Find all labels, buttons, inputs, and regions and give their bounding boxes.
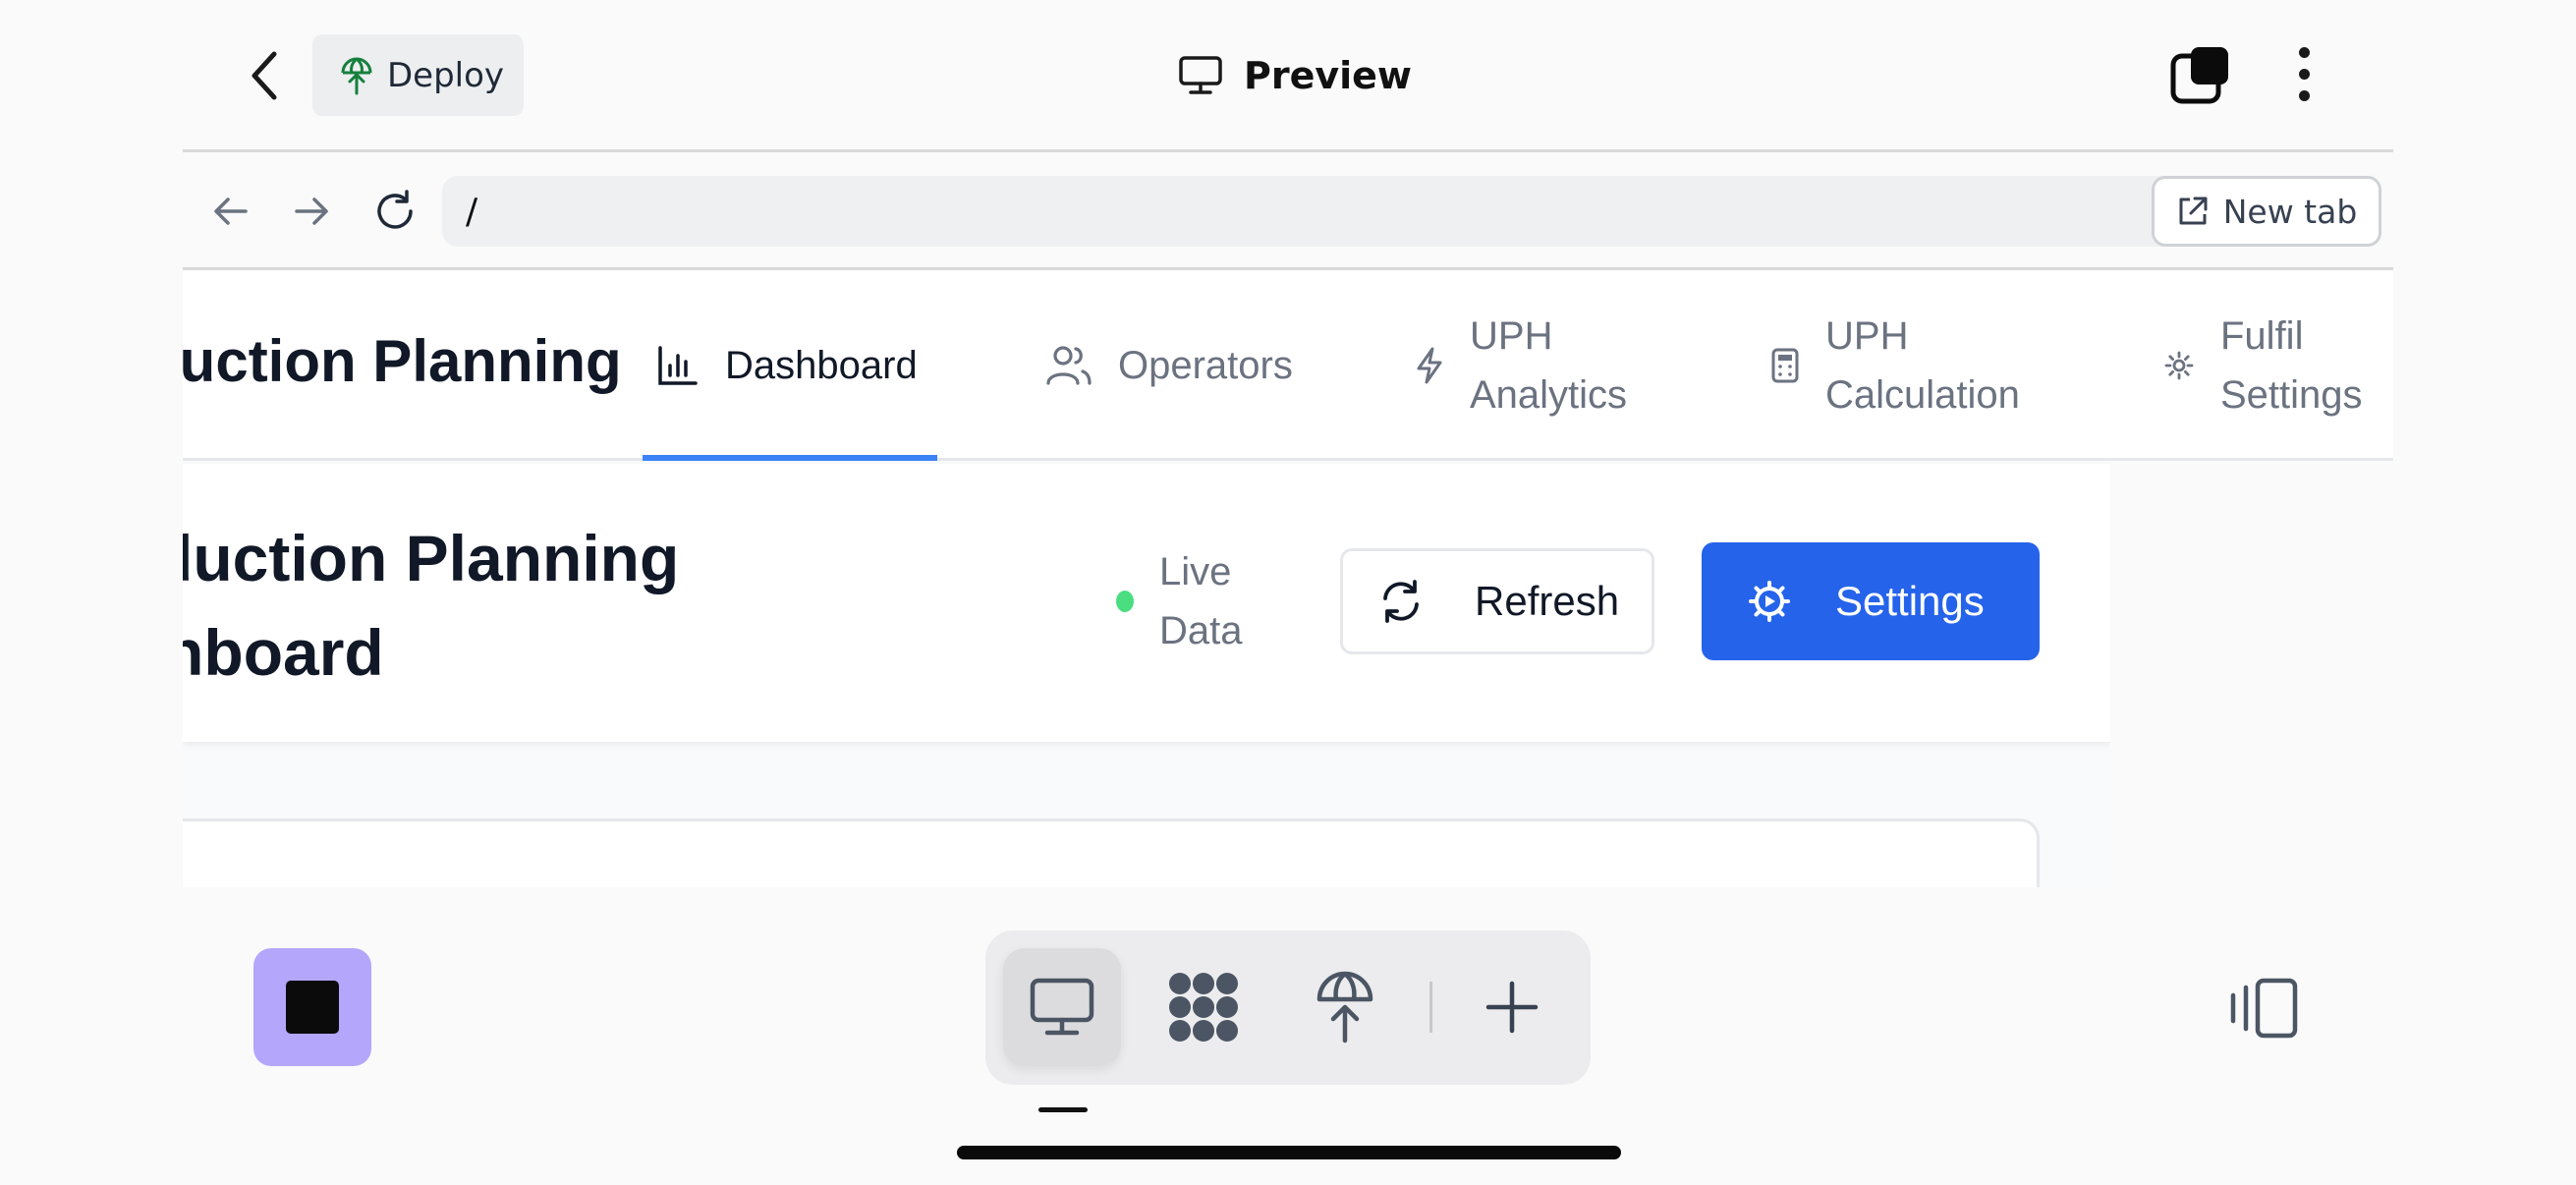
url-value: / — [466, 191, 478, 232]
stop-icon — [286, 981, 339, 1034]
home-indicator — [957, 1146, 1621, 1159]
deploy-label: Deploy — [387, 55, 505, 95]
live-data-label: Live Data — [1159, 550, 1243, 652]
browser-back-button[interactable] — [202, 184, 257, 239]
preview-label: Preview — [1244, 54, 1413, 97]
tab-label: UPH Analytics — [1470, 314, 1628, 417]
refresh-label: Refresh — [1475, 578, 1620, 624]
tabs-button[interactable] — [2169, 44, 2232, 107]
arrow-left-icon — [214, 198, 248, 225]
deploy-button[interactable]: Deploy — [312, 34, 524, 116]
tab-operators[interactable]: Operators — [1045, 270, 1293, 461]
dock-workflow-button[interactable] — [1145, 948, 1262, 1066]
settings-label: Settings — [1835, 578, 1985, 624]
side-panel-button[interactable] — [2222, 973, 2305, 1044]
monitor-icon — [1179, 56, 1222, 94]
external-link-icon — [2179, 197, 2208, 225]
url-input[interactable]: / — [442, 176, 2319, 247]
back-button[interactable] — [234, 41, 293, 110]
content-card — [183, 818, 2040, 887]
tab-label: Dashboard — [725, 344, 918, 387]
web-preview: Production Planning Dashboard Operators … — [183, 270, 2393, 887]
monitor-icon — [1030, 978, 1094, 1036]
refresh-button[interactable]: Refresh — [1340, 548, 1654, 654]
active-tab-indicator — [643, 455, 937, 461]
deploy-icon — [1316, 971, 1373, 1044]
chevron-left-icon — [252, 51, 277, 100]
live-data-status: Live Data — [1116, 542, 1267, 660]
refresh-icon — [1383, 580, 1419, 623]
app-brand: Production Planning — [183, 328, 622, 394]
page-title: Production Planning Dashboard — [183, 522, 680, 689]
gear-icon — [1749, 581, 1790, 622]
zap-icon — [1417, 347, 1442, 384]
reload-icon — [377, 190, 413, 229]
dashboard-header: Production Planning Dashboard Live Data … — [183, 464, 2110, 742]
deploy-icon — [341, 57, 372, 94]
bar-chart-icon — [658, 346, 698, 385]
tab-dashboard[interactable]: Dashboard — [643, 270, 937, 461]
side-panel-icon — [2230, 978, 2298, 1039]
app-navbar: Production Planning Dashboard Operators … — [183, 270, 2393, 461]
tab-label: UPH Calculation — [1825, 314, 2020, 417]
tab-label: Fulfil Settings — [2220, 314, 2363, 417]
calculator-icon — [1771, 348, 1799, 383]
new-tab-button[interactable]: New tab — [2152, 176, 2381, 247]
browser-bar: / New tab — [183, 152, 2393, 268]
active-dock-indicator — [1038, 1107, 1088, 1112]
more-vertical-icon[interactable] — [2279, 39, 2328, 108]
tab-label: Operators — [1118, 344, 1293, 387]
new-tab-label: New tab — [2222, 192, 2358, 231]
browser-forward-button[interactable] — [285, 184, 340, 239]
plus-icon — [1485, 981, 1539, 1034]
dock-separator — [1429, 982, 1432, 1033]
gear-icon — [2164, 351, 2194, 380]
workflow-icon — [1169, 973, 1238, 1042]
live-indicator-dot — [1116, 591, 1134, 612]
tabs-icon — [2170, 47, 2228, 104]
preview-title: Preview — [1179, 44, 1412, 107]
tab-uph-analytics[interactable]: UPH Analytics — [1415, 270, 1647, 461]
settings-button[interactable]: Settings — [1702, 542, 2040, 660]
content-gutter — [2110, 464, 2393, 887]
tab-fulfil-settings[interactable]: Fulfil Settings — [2163, 270, 2378, 461]
reload-button[interactable] — [367, 184, 422, 239]
tab-uph-calculation[interactable]: UPH Calculation — [1770, 270, 2051, 461]
dock-preview-button[interactable] — [1003, 948, 1121, 1066]
dock-add-button[interactable] — [1453, 948, 1571, 1066]
stop-button[interactable] — [253, 948, 371, 1066]
dock-deploy-button[interactable] — [1286, 948, 1404, 1066]
top-bar: Deploy Preview — [0, 0, 2576, 149]
bottom-dock — [985, 931, 1591, 1085]
users-icon — [1046, 346, 1092, 385]
arrow-right-icon — [295, 198, 328, 225]
